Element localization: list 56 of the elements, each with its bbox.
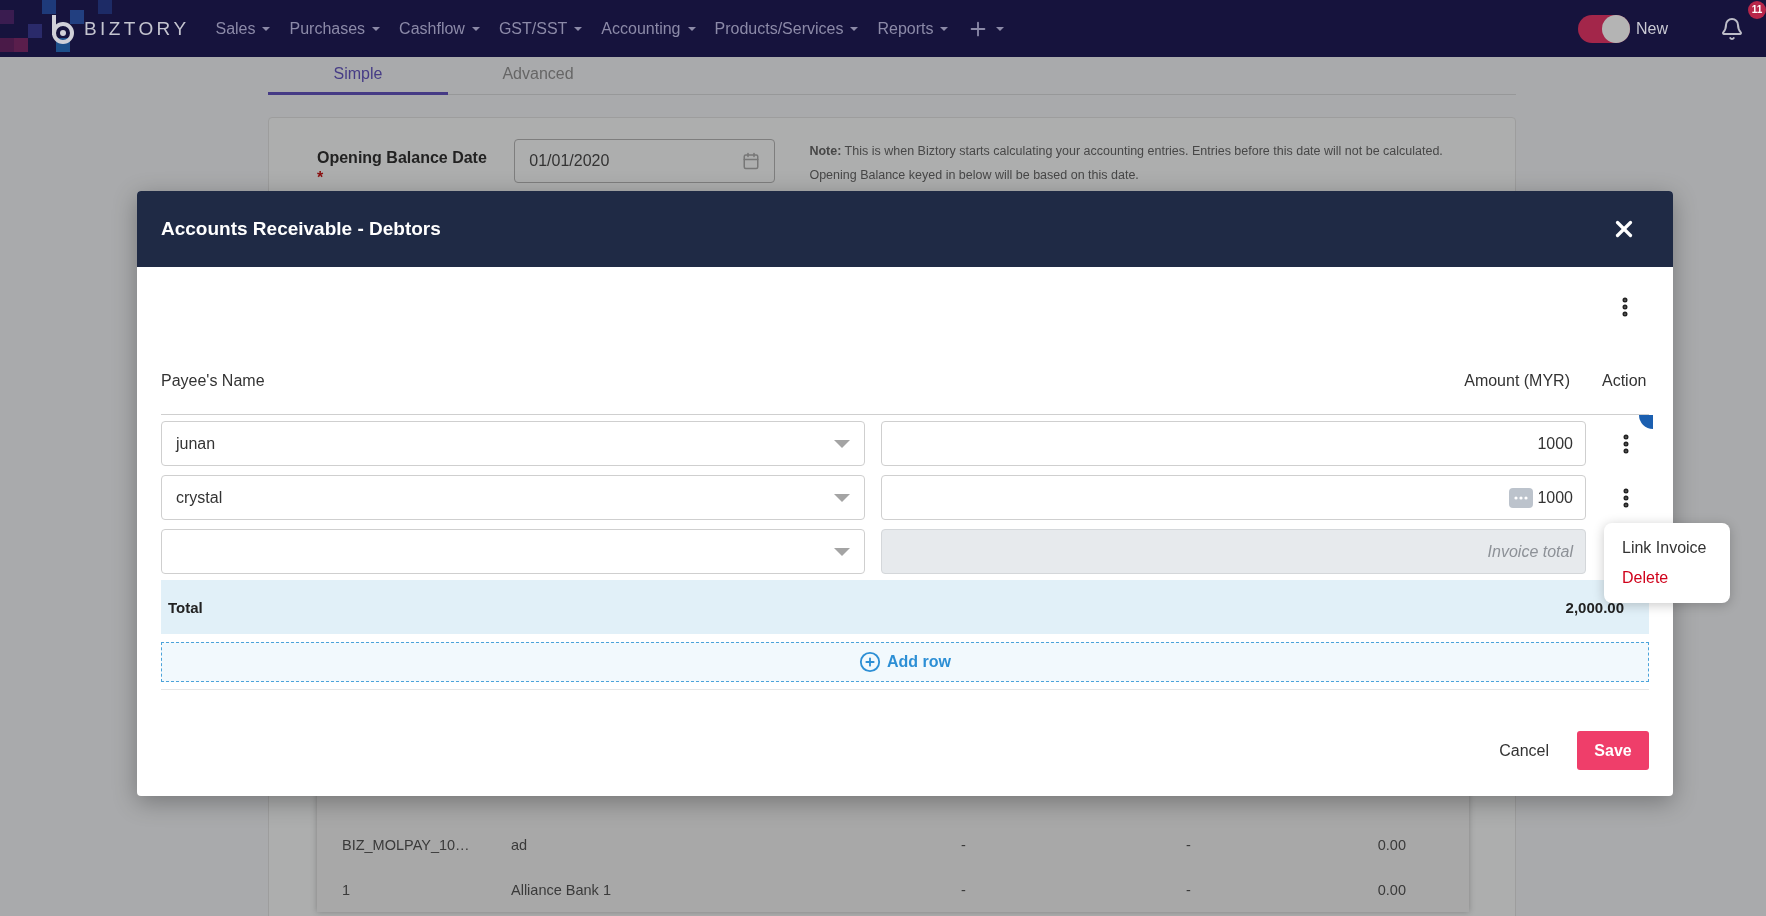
caret-icon xyxy=(834,439,850,448)
save-button[interactable]: Save xyxy=(1577,731,1649,770)
corner-marker-icon xyxy=(1639,415,1653,429)
payee-select[interactable]: crystal xyxy=(161,475,865,520)
brand-name: BIZTORY xyxy=(84,17,190,40)
table-cell-text: 0.00 xyxy=(1376,881,1406,898)
nav-menu-item[interactable]: Accounting xyxy=(601,19,696,38)
caret-icon xyxy=(996,26,1005,31)
caret-icon xyxy=(687,26,696,31)
amount-field[interactable]: 1000 xyxy=(881,475,1586,520)
column-header: Action xyxy=(1602,371,1648,390)
caret-icon xyxy=(834,493,850,502)
table-cell-text: - xyxy=(1186,881,1192,898)
nav-menu-item[interactable]: Cashflow xyxy=(399,19,480,38)
note-text: Note: This is when Biztory starts calculating your accounting entries. Entries before this date will not be calculated. Opening Balance keyed in below will be based on this date. xyxy=(809,143,1444,184)
total-amount: 2,000.00 xyxy=(1565,598,1624,616)
add-row-button[interactable]: Add row xyxy=(161,642,1649,682)
nav-menu-item[interactable]: Purchases xyxy=(289,19,381,38)
table-cell-text: ad xyxy=(511,836,529,853)
caret-icon xyxy=(940,26,949,31)
total-label: Total xyxy=(168,598,203,616)
notification-bell-icon[interactable] xyxy=(1720,16,1744,41)
table-cell-text: 1 xyxy=(342,881,352,898)
table-cell-text: 0.00 xyxy=(1376,836,1406,853)
cancel-button[interactable]: Cancel xyxy=(1499,741,1549,760)
nav-menu-item[interactable]: Products/Services xyxy=(714,19,859,38)
menu-item[interactable]: Link Invoice xyxy=(1604,533,1730,563)
nav-menu-item[interactable]: Sales xyxy=(215,19,271,38)
amount-field[interactable]: 1000 xyxy=(881,421,1586,466)
column-header: Payee's Name xyxy=(161,371,266,390)
table-cell-text: - xyxy=(1186,836,1192,853)
payee-select[interactable]: junan xyxy=(161,421,865,466)
new-toggle[interactable] xyxy=(1578,14,1630,43)
caret-icon xyxy=(574,26,583,31)
menu-item[interactable]: Delete xyxy=(1604,563,1730,593)
table-cell-text: BIZ_MOLPAY_10… xyxy=(342,836,471,853)
table-cell-text: - xyxy=(961,836,967,853)
calendar-icon xyxy=(742,152,761,170)
table-cell-text: - xyxy=(961,881,967,898)
caret-icon xyxy=(850,26,859,31)
tab[interactable]: Simple xyxy=(268,57,448,95)
column-header: Amount (MYR) xyxy=(1463,371,1571,390)
caret-icon xyxy=(834,547,850,556)
table-cell-text: Alliance Bank 1 xyxy=(511,881,612,898)
toggle-label: New xyxy=(1636,19,1668,38)
nav-menu-item[interactable]: GST/SST xyxy=(498,19,583,38)
field-label: Opening Balance Date xyxy=(317,149,488,167)
caret-icon xyxy=(471,26,480,31)
notification-count: 11 xyxy=(1748,0,1766,19)
date-field[interactable]: 01/01/2020 xyxy=(514,139,776,183)
caret-icon xyxy=(372,26,381,31)
caret-icon xyxy=(262,26,271,31)
nav-menu-item[interactable]: Reports xyxy=(877,19,949,38)
dialog-title: Accounts Receivable - Debtors xyxy=(161,218,441,240)
plus-circle-icon xyxy=(859,651,881,673)
required-mark: * xyxy=(317,169,324,187)
